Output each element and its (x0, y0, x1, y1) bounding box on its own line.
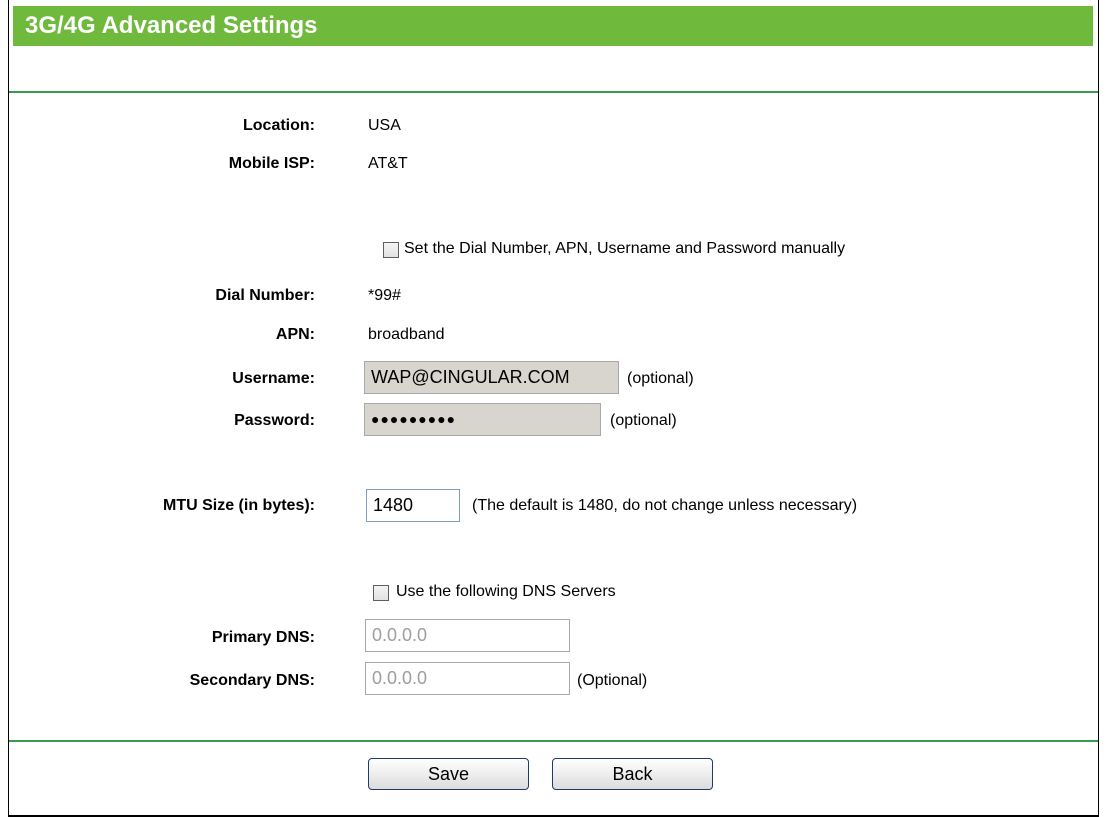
password-label: Password: (234, 412, 315, 429)
bottom-divider (9, 740, 1098, 742)
mtu-size-label: MTU Size (in bytes): (162, 497, 315, 514)
dns-servers-label: Use the following DNS Servers (396, 583, 616, 600)
page-title: 3G/4G Advanced Settings (13, 6, 1093, 46)
back-button[interactable]: Back (552, 758, 713, 790)
username-optional-note: (optional) (627, 370, 694, 387)
dns-servers-checkbox[interactable] (373, 585, 389, 601)
apn-value: broadband (368, 326, 445, 343)
location-label: Location: (243, 117, 315, 134)
manual-settings-checkbox[interactable] (383, 242, 399, 258)
secondary-dns-label: Secondary DNS: (189, 672, 315, 689)
top-divider (9, 91, 1098, 93)
mtu-default-note: (The default is 1480, do not change unle… (472, 497, 858, 514)
mtu-size-input[interactable]: 1480 (366, 489, 460, 522)
location-value: USA (368, 117, 401, 134)
secondary-dns-optional-note: (Optional) (577, 672, 648, 689)
secondary-dns-input[interactable]: 0.0.0.0 (365, 662, 570, 695)
username-label: Username: (232, 370, 315, 387)
primary-dns-label: Primary DNS: (211, 629, 315, 646)
password-optional-note: (optional) (610, 412, 677, 429)
apn-label: APN: (275, 326, 315, 343)
primary-dns-input[interactable]: 0.0.0.0 (365, 619, 570, 652)
dial-number-label: Dial Number: (215, 287, 315, 304)
password-field[interactable]: ●●●●●●●●● (364, 403, 601, 436)
dial-number-value: *99# (368, 287, 401, 304)
mobile-isp-value: AT&T (368, 155, 408, 172)
mobile-isp-label: Mobile ISP: (228, 155, 315, 172)
save-button[interactable]: Save (368, 758, 529, 790)
manual-settings-label: Set the Dial Number, APN, Username and P… (404, 240, 846, 257)
username-field[interactable]: WAP@CINGULAR.COM (364, 361, 619, 394)
